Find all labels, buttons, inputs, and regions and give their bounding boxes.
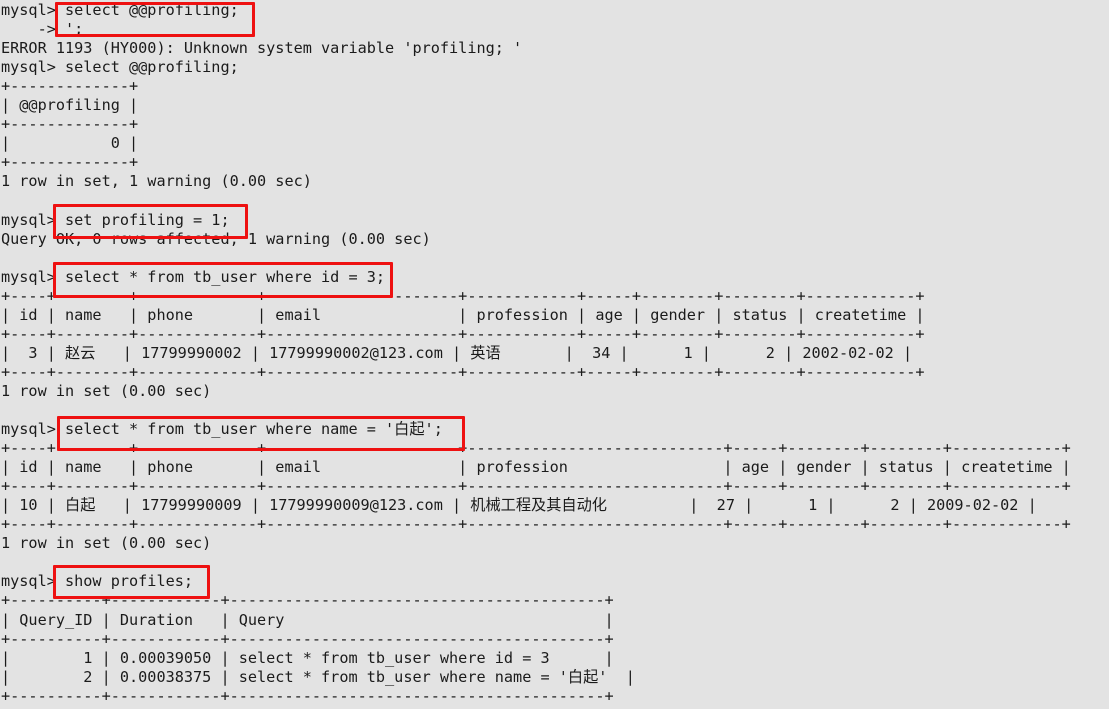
terminal-line: | id | name | phone | email | profession…	[1, 305, 925, 324]
terminal-line: 1 row in set (0.00 sec)	[1, 381, 212, 400]
mysql-terminal-window[interactable]: mysql> select @@profiling; -> '; ERROR 11…	[0, 0, 1109, 709]
terminal-line: +----------+------------+---------------…	[1, 591, 614, 610]
terminal-line: +----+--------+-------------+-----------…	[1, 439, 1071, 458]
terminal-line: +----+--------+-------------+-----------…	[1, 324, 925, 343]
terminal-line: | 0 |	[1, 134, 139, 153]
terminal-line: +----+--------+-------------+-----------…	[1, 362, 925, 381]
terminal-line: mysql> select @@profiling;	[1, 1, 239, 19]
terminal-line: +----+--------+-------------+-----------…	[1, 286, 925, 305]
terminal-line: | 10 | 白起 | 17799990009 | 17799990009@12…	[1, 496, 1037, 515]
terminal-line: Query OK, 0 rows affected, 1 warning (0.…	[1, 229, 431, 248]
terminal-line: +----+--------+-------------+-----------…	[1, 515, 1071, 534]
terminal-line: mysql> show profiles;	[1, 572, 194, 591]
terminal-line: 1 row in set (0.00 sec)	[1, 534, 212, 553]
terminal-line: 1 row in set, 1 warning (0.00 sec)	[1, 172, 312, 191]
terminal-line: +-------------+	[1, 115, 139, 134]
terminal-line: | Query_ID | Duration | Query |	[1, 610, 614, 629]
terminal-line: +-------------+	[1, 153, 139, 172]
terminal-line: | @@profiling |	[1, 96, 139, 115]
terminal-line: +----+--------+-------------+-----------…	[1, 477, 1071, 496]
terminal-line: +----------+------------+---------------…	[1, 686, 614, 705]
terminal-line: mysql> select * from tb_user where name …	[1, 420, 443, 439]
terminal-line: +-------------+	[1, 77, 139, 96]
terminal-line: mysql> select @@profiling;	[1, 58, 239, 77]
terminal-line: -> ';	[1, 20, 84, 39]
terminal-line: | 1 | 0.00039050 | select * from tb_user…	[1, 648, 614, 667]
terminal-line: | id | name | phone | email | profession…	[1, 458, 1071, 477]
console-output: mysql> select @@profiling; -> '; ERROR 11…	[0, 0, 1109, 706]
terminal-line: | 3 | 赵云 | 17799990002 | 17799990002@123…	[1, 343, 913, 362]
terminal-line: +----------+------------+---------------…	[1, 629, 614, 648]
terminal-line: mysql> set profiling = 1;	[1, 210, 230, 229]
terminal-line: | 2 | 0.00038375 | select * from tb_user…	[1, 667, 635, 686]
terminal-line: ERROR 1193 (HY000): Unknown system varia…	[1, 39, 523, 58]
terminal-line: mysql> select * from tb_user where id = …	[1, 267, 386, 286]
